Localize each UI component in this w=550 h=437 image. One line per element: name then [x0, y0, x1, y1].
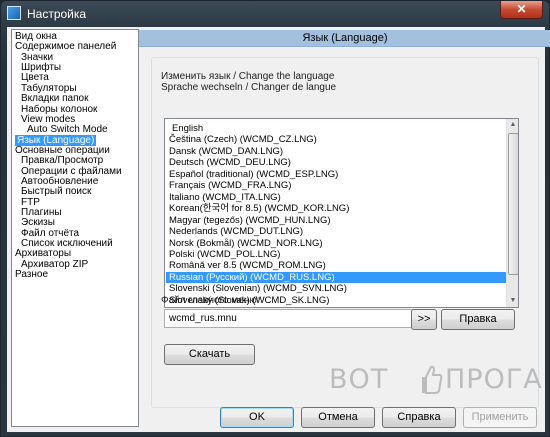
- tree-item[interactable]: Содержимое панелей: [15, 41, 116, 52]
- browse-button[interactable]: >>: [411, 309, 437, 330]
- tree-item[interactable]: Операции с файлами: [21, 166, 122, 177]
- language-list-item[interactable]: Polski (WCMD_POL.LNG): [166, 249, 506, 260]
- menu-file-input[interactable]: wcmd_rus.mnu: [164, 309, 413, 328]
- language-list-item[interactable]: Română ver 8.5 (WCMD_ROM.LNG): [166, 260, 506, 271]
- language-list-item[interactable]: Russian (Русский) (WCMD_RUS.LNG): [166, 271, 506, 283]
- tree-item[interactable]: Шрифты: [21, 62, 61, 73]
- thumbs-up-icon: [422, 365, 443, 394]
- help-button[interactable]: Справка: [382, 407, 456, 428]
- language-list-item[interactable]: Deutsch (WCMD_DEU.LNG): [166, 157, 506, 168]
- change-language-caption: Изменить язык / Change the language: [161, 71, 335, 82]
- change-language-caption-alt: Sprache wechseln / Changer de langue: [161, 82, 337, 93]
- language-listbox[interactable]: English Čeština (Czech) (WCMD_CZ.LNG) Dans…: [164, 118, 519, 308]
- language-list-item[interactable]: Français (WCMD_FRA.LNG): [166, 180, 506, 191]
- language-list-item[interactable]: English: [166, 123, 506, 134]
- scroll-up-arrow-icon[interactable]: ▲: [507, 119, 518, 131]
- tree-item[interactable]: Основные операции: [15, 145, 110, 156]
- ok-button[interactable]: OK: [220, 407, 294, 428]
- watermark-logo: ВОТ ПРОГА: [329, 364, 543, 404]
- cancel-button[interactable]: Отмена: [301, 407, 375, 428]
- language-list-scrollbar[interactable]: ▲ ▼: [506, 119, 518, 307]
- edit-menu-button[interactable]: Правка: [441, 309, 515, 330]
- scroll-down-arrow-icon[interactable]: ▼: [507, 295, 518, 307]
- tree-item[interactable]: Разное: [15, 269, 48, 280]
- menu-file-label: Файл главного меню:: [161, 295, 260, 306]
- apply-button[interactable]: Применить: [463, 407, 537, 428]
- watermark-left-text: ВОТ: [329, 364, 389, 395]
- tree-item[interactable]: Автообновление: [21, 176, 98, 187]
- scroll-thumb[interactable]: [508, 133, 518, 275]
- panel-header: Язык (Language): [139, 30, 550, 47]
- download-button[interactable]: Скачать: [164, 344, 255, 365]
- tree-item[interactable]: Архиваторы: [15, 248, 71, 259]
- close-button[interactable]: ✕: [500, 1, 543, 19]
- language-list-item[interactable]: Korean(한국어 for 8.5) (WCMD_KOR.LNG): [166, 203, 506, 214]
- language-list-item[interactable]: Dansk (WCMD_DAN.LNG): [166, 146, 506, 157]
- tree-item[interactable]: Эскизы: [21, 217, 55, 228]
- watermark-right-text: ПРОГА: [445, 364, 543, 395]
- language-list-item[interactable]: Italiano (WCMD_ITA.LNG): [166, 192, 506, 203]
- language-list-item[interactable]: Slovenski (Slovenian) (WCMD_SVN.LNG): [166, 283, 506, 294]
- tree-item[interactable]: Вкладки папок: [21, 93, 88, 104]
- language-list-item[interactable]: Norsk (Bokmål) (WCMD_NOR.LNG): [166, 238, 506, 249]
- title-bar[interactable]: Настройка ✕: [1, 1, 549, 27]
- app-icon: [7, 6, 21, 20]
- tree-item[interactable]: Auto Switch Mode: [27, 124, 108, 135]
- language-list-item[interactable]: Čeština (Czech) (WCMD_CZ.LNG): [166, 134, 506, 145]
- tree-item[interactable]: Цвета: [21, 72, 49, 83]
- settings-tree[interactable]: Вид окна Содержимое панелей Значки Шрифты Цв…: [11, 29, 139, 427]
- language-list-item[interactable]: Magyar (tegezős) (WCMD_HUN.LNG): [166, 215, 506, 226]
- language-list-item[interactable]: Español (traditional) (WCMD_ESP.LNG): [166, 169, 506, 180]
- language-list-item[interactable]: Nederlands (WCMD_DUT.LNG): [166, 226, 506, 237]
- tree-item[interactable]: Плагины: [21, 207, 62, 218]
- settings-window: Настройка ✕ Вид окна Содержимое панелей Зн…: [0, 0, 550, 437]
- window-title: Настройка: [27, 7, 87, 21]
